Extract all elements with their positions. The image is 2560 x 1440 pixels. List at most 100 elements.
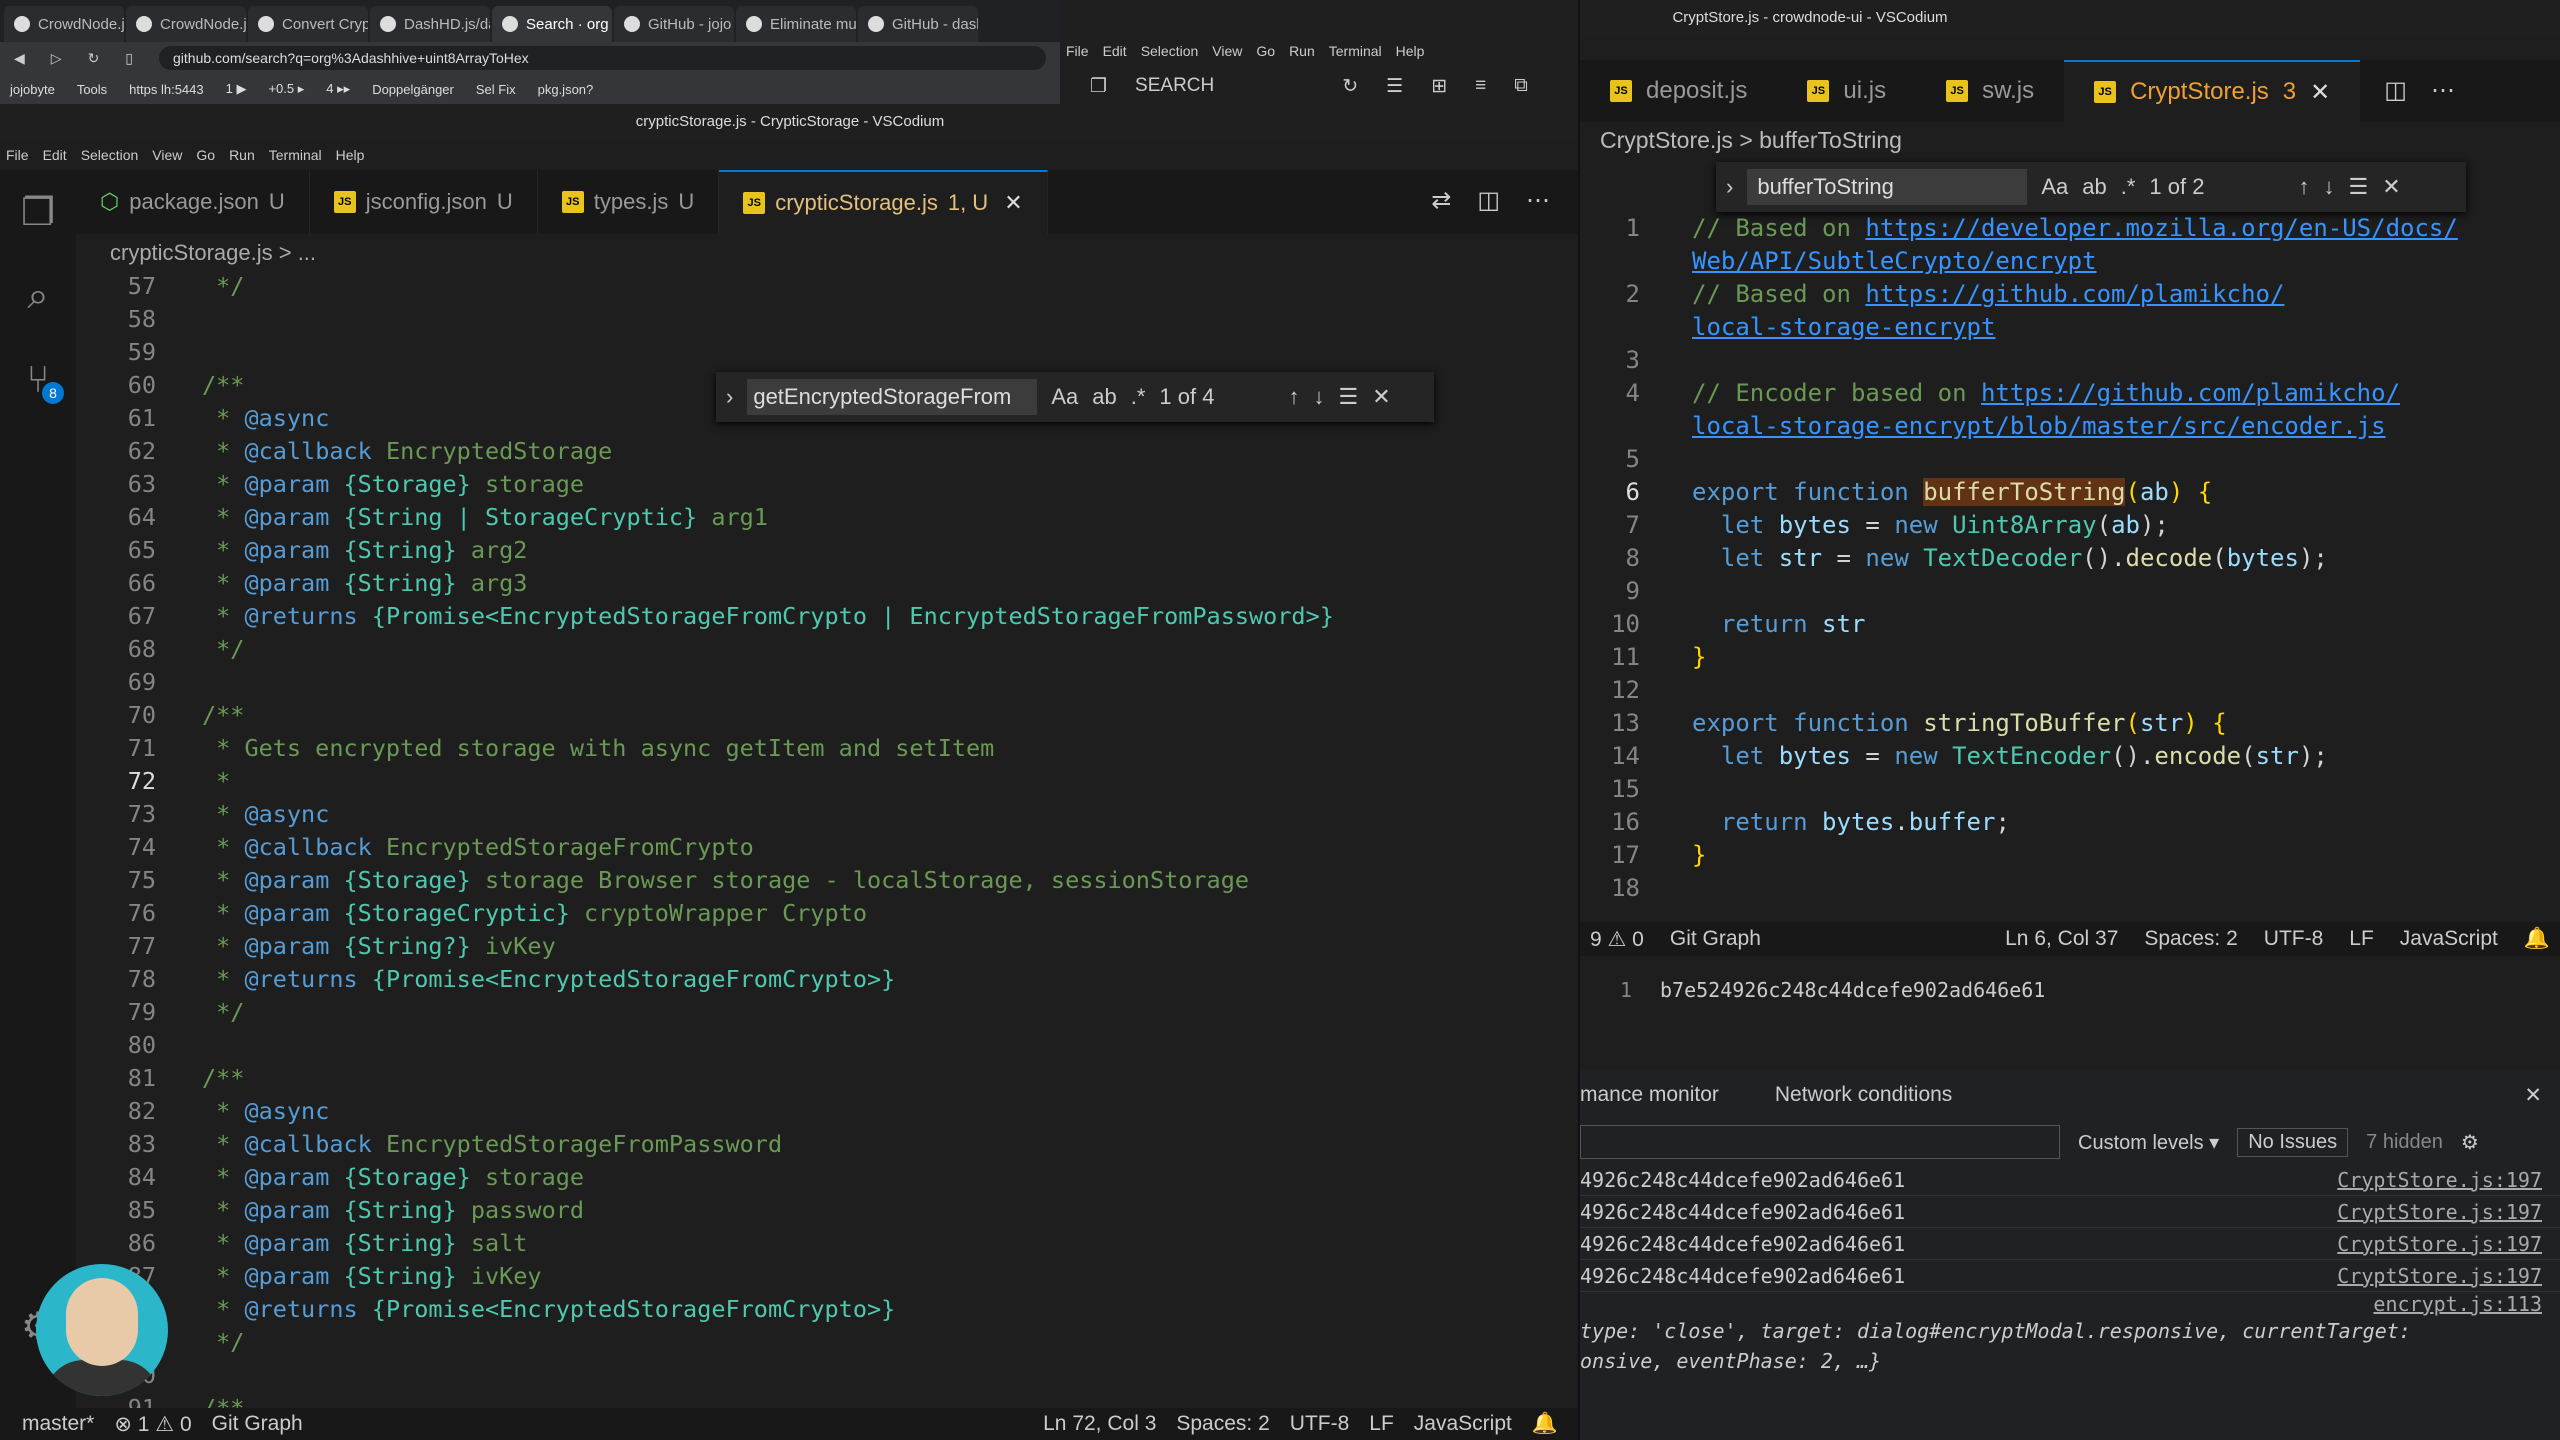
issues-button[interactable]: No Issues (2237, 1127, 2349, 1157)
bookmark[interactable]: Tools (77, 82, 107, 97)
menu-file[interactable]: File (1066, 43, 1089, 59)
tab-cryptic-storage-js[interactable]: JS crypticStorage.js 1, U ✕ (719, 170, 1048, 234)
close-icon[interactable]: ✕ (1004, 190, 1022, 216)
browser-tab[interactable]: GitHub - dash (858, 6, 978, 42)
breadcrumb[interactable]: CryptStore.js > bufferToString (1600, 122, 1902, 158)
close-icon[interactable]: ✕ (2524, 1083, 2542, 1108)
bookmark[interactable]: +0.5 ▸ (268, 81, 304, 97)
git-graph-button[interactable]: Git Graph (212, 1412, 303, 1436)
tab-deposit-js[interactable]: JS deposit.js (1580, 60, 1777, 122)
address-bar[interactable]: github.com/search?q=org%3Adashhive+uint8… (159, 46, 1046, 70)
output-line-number: 1 (1620, 978, 1633, 1002)
git-graph-button[interactable]: Git Graph (1670, 927, 1761, 951)
browser-tab[interactable]: Convert Crypt (248, 6, 368, 42)
bookmark[interactable]: https lh:5443 (129, 82, 203, 97)
close-icon[interactable]: ✕ (2382, 174, 2400, 200)
browser-tab-active[interactable]: Search · org✕ (492, 6, 612, 42)
bookmark[interactable]: pkg.json? (538, 82, 594, 97)
console-filter-input[interactable] (1580, 1125, 2060, 1159)
match-case-icon[interactable]: Aa (2041, 174, 2068, 200)
arrow-down-icon[interactable]: ↓ (2323, 174, 2334, 200)
encoding[interactable]: UTF-8 (2264, 927, 2324, 951)
devtools-console: mance monitor Network conditions ✕ Custo… (1580, 1070, 2560, 1440)
source-control-icon[interactable]: ⑂ 8 (0, 338, 76, 422)
menu-run[interactable]: Run (229, 147, 255, 163)
clear-results-icon[interactable]: ☰ (1386, 75, 1403, 98)
source-link[interactable]: CryptStore.js:197 (2337, 1232, 2542, 1256)
problems-indicator[interactable]: ⊗ 1 ⚠ 0 (114, 1412, 191, 1437)
log-levels-dropdown[interactable]: Custom levels ▾ (2078, 1130, 2219, 1155)
arrow-up-icon[interactable]: ↑ (2298, 174, 2309, 200)
browser-tab[interactable]: Eliminate mu (736, 6, 856, 42)
close-icon[interactable]: ✕ (2310, 78, 2330, 107)
more-icon[interactable]: ⋯ (2431, 76, 2455, 122)
language-mode[interactable]: JavaScript (2400, 927, 2498, 951)
split-editor-icon[interactable]: ◫ (2384, 76, 2407, 122)
forward-icon[interactable]: ▷ (51, 50, 62, 67)
regex-icon[interactable]: .* (2121, 174, 2136, 200)
tab-performance-monitor[interactable]: mance monitor (1580, 1083, 1719, 1107)
refresh-icon[interactable]: ↻ (1342, 75, 1358, 98)
problems-indicator[interactable]: 9 ⚠ 0 (1590, 927, 1644, 952)
menu-view[interactable]: View (152, 147, 182, 163)
source-link[interactable]: CryptStore.js:197 (2337, 1200, 2542, 1224)
search-icon[interactable]: ⌕ (0, 254, 76, 338)
menu-terminal[interactable]: Terminal (1329, 43, 1382, 59)
browser-tab[interactable]: CrowdNode.j (4, 6, 124, 42)
browser-tab[interactable]: DashHD.js/da (370, 6, 490, 42)
menu-help[interactable]: Help (1396, 43, 1425, 59)
menu-terminal[interactable]: Terminal (269, 147, 322, 163)
menu-view[interactable]: View (1212, 43, 1242, 59)
find-in-selection-icon[interactable]: ☰ (2348, 174, 2368, 200)
bookmark[interactable]: 1 ▶ (226, 81, 247, 97)
files-icon[interactable]: ❐ (1090, 75, 1107, 98)
tab-jsconfig-json[interactable]: JS jsconfig.json U (310, 170, 538, 234)
find-input[interactable]: bufferToString (1747, 169, 2028, 205)
tab-types-js[interactable]: JS types.js U (538, 170, 720, 234)
tab-ui-js[interactable]: JS ui.js (1777, 60, 1916, 122)
line-ending[interactable]: LF (2349, 927, 2374, 951)
menu-help[interactable]: Help (336, 147, 365, 163)
bookmark[interactable]: jojobyte (10, 82, 55, 97)
chevron-right-icon[interactable]: › (1726, 174, 1733, 200)
new-search-icon[interactable]: ⊞ (1431, 75, 1447, 98)
collapse-icon[interactable]: ≡ (1475, 75, 1486, 97)
menu-file[interactable]: File (6, 147, 29, 163)
source-link[interactable]: encrypt.js:113 (2373, 1292, 2542, 1316)
tab-package-json[interactable]: ⬡ package.json U (76, 170, 310, 234)
indentation[interactable]: Spaces: 2 (2144, 927, 2237, 951)
tab-cryptstore-js[interactable]: JS CryptStore.js 3 ✕ (2064, 60, 2361, 122)
find-input[interactable]: getEncryptedStorageFrom (747, 379, 1038, 415)
whole-word-icon[interactable]: ab (2082, 174, 2106, 200)
console-object[interactable]: type: 'close', target: dialog#encryptMod… (1580, 1316, 2560, 1346)
browser-tab[interactable]: GitHub - jojo (614, 6, 734, 42)
browser-tab[interactable]: CrowdNode.j (126, 6, 246, 42)
menu-go[interactable]: Go (196, 147, 215, 163)
menu-go[interactable]: Go (1256, 43, 1275, 59)
menu-edit[interactable]: Edit (1103, 43, 1127, 59)
menu-selection[interactable]: Selection (1141, 43, 1199, 59)
back-icon[interactable]: ◀ (14, 50, 25, 67)
bookmark[interactable]: Doppelgänger (372, 82, 454, 97)
chevron-right-icon[interactable]: › (726, 384, 733, 410)
code-editor[interactable]: 1// Based on https://developer.mozilla.o… (1580, 210, 2560, 915)
menu-selection[interactable]: Selection (81, 147, 139, 163)
bookmark-icon[interactable]: ▯ (125, 50, 133, 67)
right-editor-window: CryptStore.js - crowdnode-ui - VSCodium … (1060, 0, 2560, 1440)
bell-icon[interactable]: 🔔 (2524, 927, 2550, 951)
bookmark[interactable]: Sel Fix (476, 82, 516, 97)
bookmark[interactable]: 4 ▸▸ (326, 81, 350, 97)
source-link[interactable]: CryptStore.js:197 (2337, 1168, 2542, 1192)
menu-run[interactable]: Run (1289, 43, 1315, 59)
cursor-position[interactable]: Ln 6, Col 37 (2005, 927, 2118, 951)
gear-icon[interactable]: ⚙ (2461, 1130, 2479, 1155)
branch-indicator[interactable]: master* (22, 1412, 94, 1436)
reload-icon[interactable]: ↻ (88, 50, 100, 67)
tab-sw-js[interactable]: JS sw.js (1916, 60, 2064, 122)
explorer-icon[interactable]: ❐ (0, 170, 76, 254)
expand-icon[interactable]: ⧉ (1514, 75, 1528, 97)
breadcrumb[interactable]: crypticStorage.js > ... (110, 236, 316, 270)
menu-edit[interactable]: Edit (43, 147, 67, 163)
source-link[interactable]: CryptStore.js:197 (2337, 1264, 2542, 1288)
tab-network-conditions[interactable]: Network conditions (1775, 1083, 1952, 1107)
